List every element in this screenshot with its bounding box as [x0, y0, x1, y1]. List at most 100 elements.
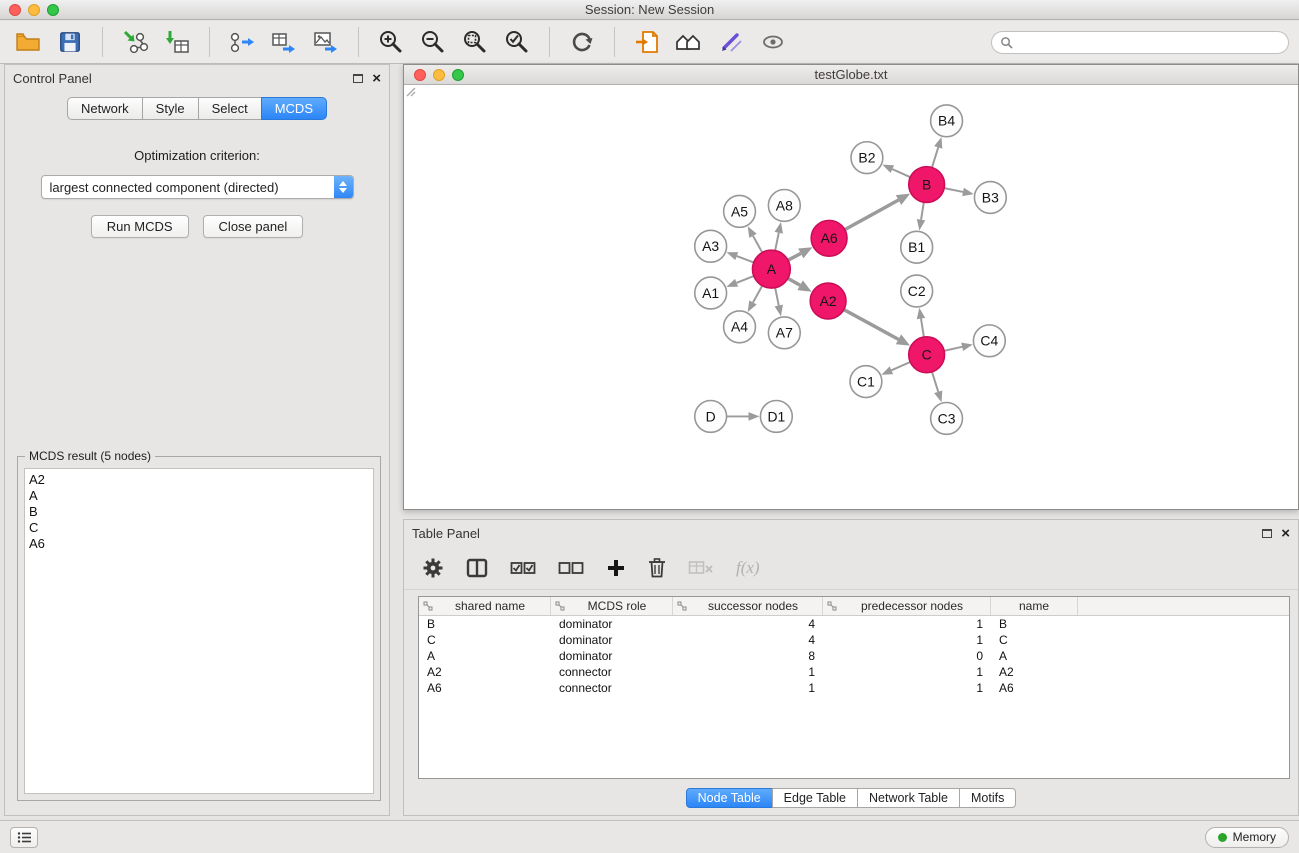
- table-row[interactable]: A dominator 8 0 A: [419, 648, 1289, 664]
- column-header-mcds-role[interactable]: MCDS role: [551, 597, 673, 615]
- home-button[interactable]: [671, 25, 707, 59]
- column-header-shared-name[interactable]: shared name: [419, 597, 551, 615]
- float-table-panel-icon[interactable]: [1262, 529, 1272, 538]
- cell-mcds-role[interactable]: connector: [551, 664, 673, 680]
- deselect-all-rows-button[interactable]: [558, 560, 584, 576]
- table-row[interactable]: C dominator 4 1 C: [419, 632, 1289, 648]
- function-builder-button[interactable]: f(x): [736, 558, 760, 578]
- resize-grip-icon[interactable]: [404, 85, 1296, 507]
- mcds-result-group: MCDS result (5 nodes) A2 A B C A6: [17, 456, 381, 801]
- cell-successors[interactable]: 8: [673, 648, 823, 664]
- table-row[interactable]: B dominator 4 1 B: [419, 616, 1289, 632]
- zoom-selected-button[interactable]: [499, 25, 535, 59]
- export-network-button[interactable]: [224, 25, 260, 59]
- tab-mcds[interactable]: MCDS: [261, 97, 327, 120]
- close-window-button[interactable]: [9, 4, 21, 16]
- result-item[interactable]: A6: [29, 536, 369, 552]
- select-stepper-icon: [334, 176, 353, 198]
- paintbrush-icon: [717, 28, 745, 56]
- maximize-network-window-button[interactable]: [452, 69, 464, 81]
- cell-name[interactable]: A: [991, 648, 1078, 664]
- tab-network-table[interactable]: Network Table: [857, 788, 960, 808]
- table-row[interactable]: A2 connector 1 1 A2: [419, 664, 1289, 680]
- minimize-window-button[interactable]: [28, 4, 40, 16]
- column-header-predecessor-nodes[interactable]: predecessor nodes: [823, 597, 991, 615]
- tab-select[interactable]: Select: [198, 97, 262, 120]
- minimize-network-window-button[interactable]: [433, 69, 445, 81]
- cell-successors[interactable]: 4: [673, 616, 823, 632]
- run-mcds-button[interactable]: Run MCDS: [91, 215, 189, 238]
- close-table-panel-icon[interactable]: ×: [1281, 526, 1290, 541]
- zoom-out-button[interactable]: [415, 25, 451, 59]
- cell-predecessors[interactable]: 0: [823, 648, 991, 664]
- close-panel-icon[interactable]: ×: [372, 71, 381, 86]
- delete-column-button[interactable]: [648, 557, 666, 578]
- tab-node-table[interactable]: Node Table: [686, 788, 773, 808]
- save-session-button[interactable]: [52, 25, 88, 59]
- cell-successors[interactable]: 1: [673, 680, 823, 696]
- cell-predecessors[interactable]: 1: [823, 680, 991, 696]
- cell-predecessors[interactable]: 1: [823, 616, 991, 632]
- cell-predecessors[interactable]: 1: [823, 632, 991, 648]
- tab-network[interactable]: Network: [67, 97, 143, 120]
- export-table-button[interactable]: [266, 25, 302, 59]
- close-panel-button[interactable]: Close panel: [203, 215, 304, 238]
- hide-graphics-details-button[interactable]: [713, 25, 749, 59]
- select-all-rows-button[interactable]: [510, 560, 536, 576]
- table-row[interactable]: A6 connector 1 1 A6: [419, 680, 1289, 696]
- task-history-button[interactable]: [10, 827, 38, 848]
- cell-shared-name[interactable]: C: [419, 632, 551, 648]
- criterion-select[interactable]: largest connected component (directed): [41, 175, 354, 199]
- network-canvas[interactable]: AA6A2BCA1A3A4A5A7A8B1B2B3B4C1C2C3C4DD1: [405, 86, 1297, 508]
- export-image-icon: [312, 28, 340, 56]
- open-session-button[interactable]: [10, 25, 46, 59]
- zoom-fit-button[interactable]: [457, 25, 493, 59]
- cell-name[interactable]: B: [991, 616, 1078, 632]
- table-settings-button[interactable]: [422, 557, 444, 579]
- export-image-button[interactable]: [308, 25, 344, 59]
- cell-shared-name[interactable]: B: [419, 616, 551, 632]
- add-column-button[interactable]: [606, 558, 626, 578]
- control-panel-title: Control Panel: [13, 71, 92, 86]
- tab-edge-table[interactable]: Edge Table: [772, 788, 858, 808]
- cell-mcds-role[interactable]: dominator: [551, 632, 673, 648]
- show-columns-button[interactable]: [466, 558, 488, 578]
- session-file-button[interactable]: [629, 25, 665, 59]
- tab-motifs[interactable]: Motifs: [959, 788, 1016, 808]
- tab-style[interactable]: Style: [142, 97, 199, 120]
- search-input[interactable]: [1018, 35, 1280, 49]
- result-item[interactable]: C: [29, 520, 369, 536]
- delete-table-icon: [688, 559, 714, 577]
- refresh-button[interactable]: [564, 25, 600, 59]
- float-panel-icon[interactable]: [353, 74, 363, 83]
- cell-mcds-role[interactable]: connector: [551, 680, 673, 696]
- cell-successors[interactable]: 4: [673, 632, 823, 648]
- plus-icon: [606, 558, 626, 578]
- import-table-button[interactable]: [159, 25, 195, 59]
- show-hide-details-button[interactable]: [755, 25, 791, 59]
- maximize-window-button[interactable]: [47, 4, 59, 16]
- cell-successors[interactable]: 1: [673, 664, 823, 680]
- cell-shared-name[interactable]: A6: [419, 680, 551, 696]
- cell-mcds-role[interactable]: dominator: [551, 616, 673, 632]
- column-header-successor-nodes[interactable]: successor nodes: [673, 597, 823, 615]
- import-network-button[interactable]: [117, 25, 153, 59]
- cell-shared-name[interactable]: A: [419, 648, 551, 664]
- close-network-window-button[interactable]: [414, 69, 426, 81]
- memory-button[interactable]: Memory: [1205, 827, 1289, 848]
- cell-name[interactable]: A2: [991, 664, 1078, 680]
- delete-table-button[interactable]: [688, 559, 714, 577]
- mcds-result-list[interactable]: A2 A B C A6: [24, 468, 374, 794]
- column-header-name[interactable]: name: [991, 597, 1078, 615]
- columns-icon: [466, 558, 488, 578]
- cell-name[interactable]: A6: [991, 680, 1078, 696]
- cell-predecessors[interactable]: 1: [823, 664, 991, 680]
- result-item[interactable]: B: [29, 504, 369, 520]
- result-item[interactable]: A2: [29, 472, 369, 488]
- cell-mcds-role[interactable]: dominator: [551, 648, 673, 664]
- result-item[interactable]: A: [29, 488, 369, 504]
- zoom-in-button[interactable]: [373, 25, 409, 59]
- cell-name[interactable]: C: [991, 632, 1078, 648]
- table-panel-title: Table Panel: [412, 526, 480, 541]
- cell-shared-name[interactable]: A2: [419, 664, 551, 680]
